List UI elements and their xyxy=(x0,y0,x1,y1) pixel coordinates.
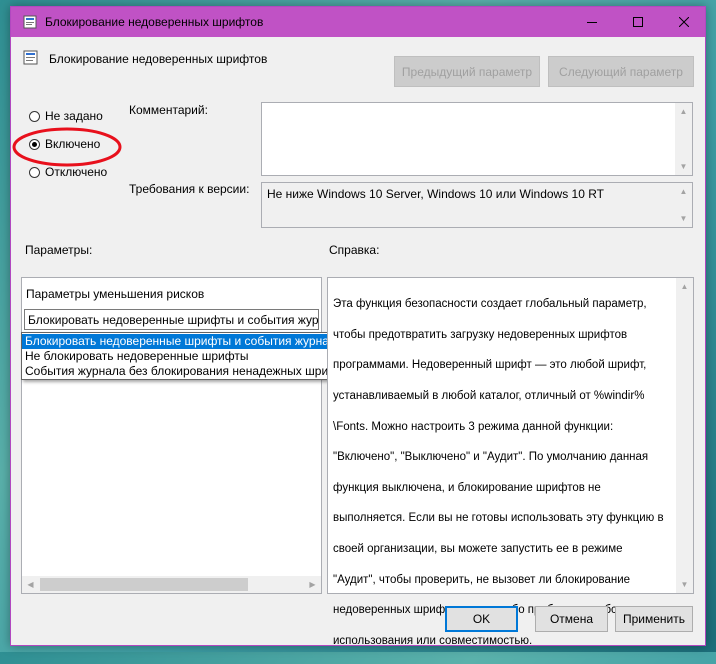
policy-icon xyxy=(23,15,37,29)
close-button[interactable] xyxy=(661,7,707,37)
help-line: своей организации, вы можете запустить е… xyxy=(333,543,623,556)
title-bar[interactable]: Блокирование недоверенных шрифтов xyxy=(11,7,705,37)
help-line: "Аудит", чтобы проверить, не вызовет ли … xyxy=(333,573,631,586)
scroll-left-icon[interactable]: ◀ xyxy=(22,576,39,593)
help-line: выполняется. Если вы не готовы использов… xyxy=(333,512,664,525)
help-label: Справка: xyxy=(329,243,380,257)
comment-textarea[interactable]: ▲ ▼ xyxy=(261,102,693,176)
help-line: программами. Недоверенный шрифт — это лю… xyxy=(333,359,647,372)
radio-not-configured[interactable]: Не задано xyxy=(29,109,103,123)
params-section-title: Параметры уменьшения рисков xyxy=(26,287,205,301)
maximize-icon xyxy=(633,17,643,27)
scrollbar-thumb[interactable] xyxy=(40,578,248,591)
radio-circle[interactable] xyxy=(29,110,40,122)
scroll-down-icon[interactable]: ▼ xyxy=(676,576,693,593)
help-line: устанавливаемый в любой каталог, отличны… xyxy=(333,390,645,403)
cancel-button[interactable]: Отмена xyxy=(535,606,608,632)
params-hscrollbar[interactable]: ◀ ▶ xyxy=(22,576,321,593)
apply-button[interactable]: Применить xyxy=(615,606,693,632)
policy-dialog: Блокирование недоверенных шрифтов Блокир… xyxy=(10,6,706,647)
help-scrollbar[interactable]: ▲ ▼ xyxy=(676,278,693,593)
next-setting-button[interactable]: Следующий параметр xyxy=(548,56,694,87)
params-label: Параметры: xyxy=(25,243,93,257)
requirements-label: Требования к версии: xyxy=(129,182,250,196)
mitigation-combobox[interactable]: Блокировать недоверенные шрифты и событи… xyxy=(24,309,319,330)
help-line: чтобы предотвратить загрузку недоверенны… xyxy=(333,328,628,341)
policy-name: Блокирование недоверенных шрифтов xyxy=(49,52,268,66)
minimize-button[interactable] xyxy=(569,7,615,37)
help-line: функция выключена, и блокирование шрифто… xyxy=(333,481,601,494)
comment-label: Комментарий: xyxy=(129,103,208,117)
requirements-scrollbar[interactable]: ▲ ▼ xyxy=(675,183,692,227)
radio-label: Не задано xyxy=(45,109,103,123)
scroll-down-icon[interactable]: ▼ xyxy=(675,210,692,227)
combobox-value: Блокировать недоверенные шрифты и событи… xyxy=(28,313,319,327)
minimize-icon xyxy=(587,22,597,23)
scroll-right-icon[interactable]: ▶ xyxy=(304,576,321,593)
ok-button[interactable]: OK xyxy=(445,606,518,632)
previous-setting-button[interactable]: Предыдущий параметр xyxy=(394,56,540,87)
params-panel: Параметры уменьшения рисков Блокировать … xyxy=(21,277,322,594)
policy-small-icon xyxy=(23,50,38,65)
maximize-button[interactable] xyxy=(615,7,661,37)
scroll-up-icon[interactable]: ▲ xyxy=(676,278,693,295)
help-line: Эта функция безопасности создает глобаль… xyxy=(333,298,647,311)
scroll-up-icon[interactable]: ▲ xyxy=(675,183,692,200)
help-line: использования или совместимостью. xyxy=(333,634,533,647)
comment-scrollbar[interactable]: ▲ ▼ xyxy=(675,103,692,175)
close-icon xyxy=(679,17,689,27)
scroll-down-icon[interactable]: ▼ xyxy=(675,158,692,175)
help-panel: Эта функция безопасности создает глобаль… xyxy=(327,277,694,647)
requirements-field: Не ниже Windows 10 Server, Windows 10 ил… xyxy=(261,182,693,228)
scroll-up-icon[interactable]: ▲ xyxy=(675,103,692,120)
red-ellipse-annotation xyxy=(12,127,122,167)
help-line: "Включено", "Выключено" и "Аудит". По ум… xyxy=(333,451,649,464)
help-line: \Fonts. Можно настроить 3 режима данной … xyxy=(333,420,614,433)
requirements-value: Не ниже Windows 10 Server, Windows 10 ил… xyxy=(267,187,604,201)
window-title: Блокирование недоверенных шрифтов xyxy=(45,15,264,29)
